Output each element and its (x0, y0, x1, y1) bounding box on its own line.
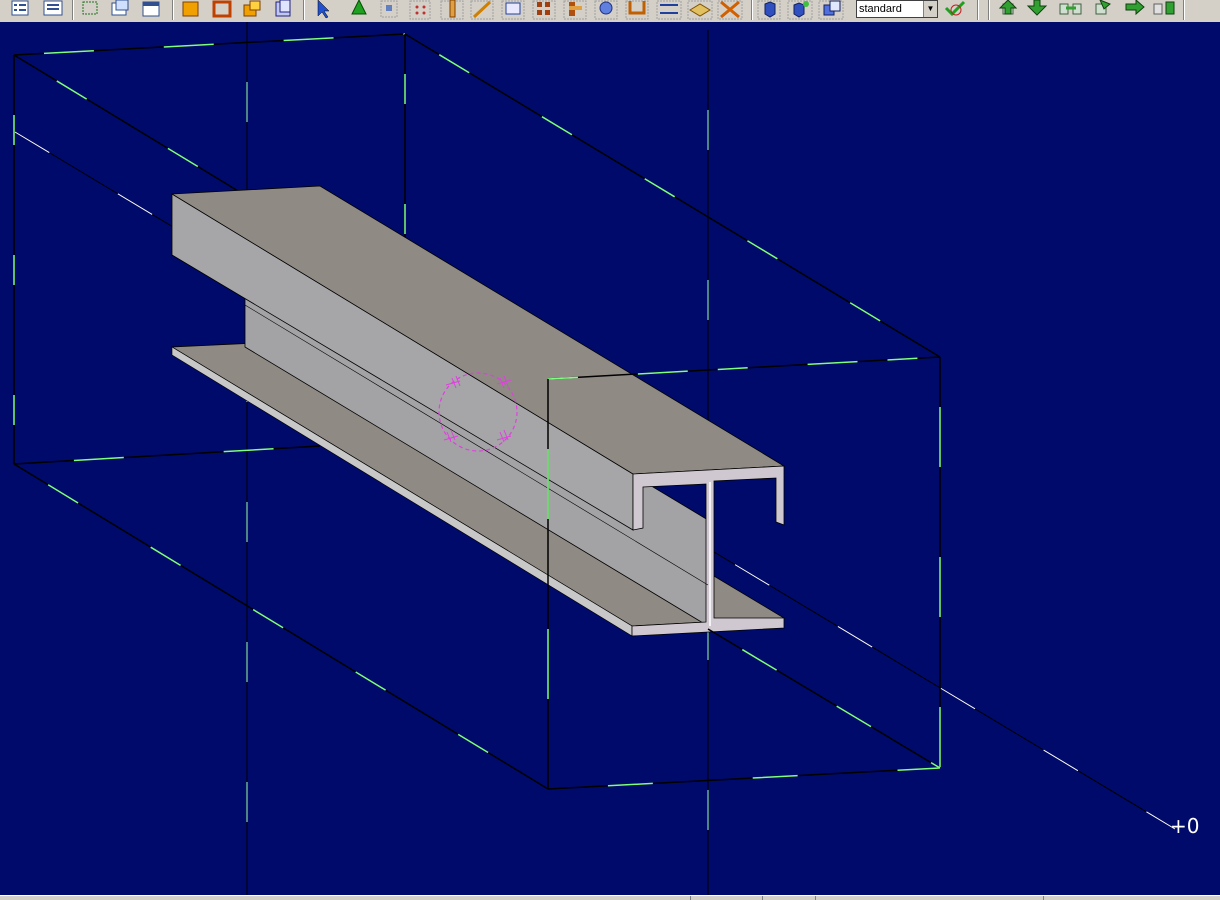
select-area-icon[interactable] (82, 1, 98, 15)
render-box-icon[interactable] (818, 0, 844, 20)
column-icon[interactable] (440, 0, 464, 20)
truss-icon[interactable] (532, 0, 556, 20)
check-view-icon[interactable] (944, 0, 966, 17)
properties-icon[interactable] (11, 0, 29, 16)
origin-label: +0 (1170, 814, 1200, 838)
chevron-down-icon[interactable]: ▼ (923, 1, 937, 17)
layer-icon[interactable] (687, 0, 713, 20)
toolbar-icons (11, 0, 1185, 20)
status-segment (1043, 896, 1044, 900)
cut-icon[interactable] (717, 0, 743, 20)
ramp-icon[interactable] (470, 0, 494, 20)
status-segment (815, 896, 816, 900)
3d-viewport[interactable]: +0 (0, 22, 1220, 895)
render-icon[interactable] (757, 0, 781, 20)
align-icon[interactable] (1153, 1, 1175, 15)
move-down-icon[interactable] (1026, 0, 1048, 16)
pipe-icon[interactable] (594, 0, 618, 20)
i-beam[interactable] (170, 185, 786, 637)
status-segment (690, 896, 691, 900)
main-toolbar: standard ▼ (0, 0, 1220, 23)
grid-icon[interactable] (409, 0, 431, 20)
view-mode-value: standard (859, 3, 902, 15)
status-segment (762, 896, 763, 900)
scene-canvas (13, 22, 1176, 895)
window-icon[interactable] (142, 1, 160, 17)
split-icon[interactable] (656, 0, 682, 20)
rotate-icon[interactable] (1095, 0, 1111, 15)
mirror-icon[interactable] (1125, 0, 1145, 16)
cube-icon[interactable] (182, 1, 199, 17)
boolean-icon[interactable] (243, 0, 261, 17)
pointer-icon[interactable] (317, 0, 330, 19)
plane-icon[interactable] (275, 0, 291, 17)
move-apart-icon[interactable] (1059, 3, 1082, 15)
box-frame-icon[interactable] (501, 0, 525, 20)
bracket-icon[interactable] (563, 0, 587, 20)
move-up-icon[interactable] (998, 0, 1018, 15)
cone-icon[interactable] (351, 0, 367, 15)
render-light-icon[interactable] (787, 0, 813, 20)
view-mode-select[interactable]: standard ▼ (856, 0, 938, 18)
list-icon[interactable] (43, 0, 63, 16)
frame-icon[interactable] (212, 0, 232, 18)
copy-view-icon[interactable] (111, 0, 129, 16)
channel-icon[interactable] (625, 0, 649, 20)
status-bar (0, 895, 1220, 900)
snap-icon[interactable] (380, 0, 398, 18)
